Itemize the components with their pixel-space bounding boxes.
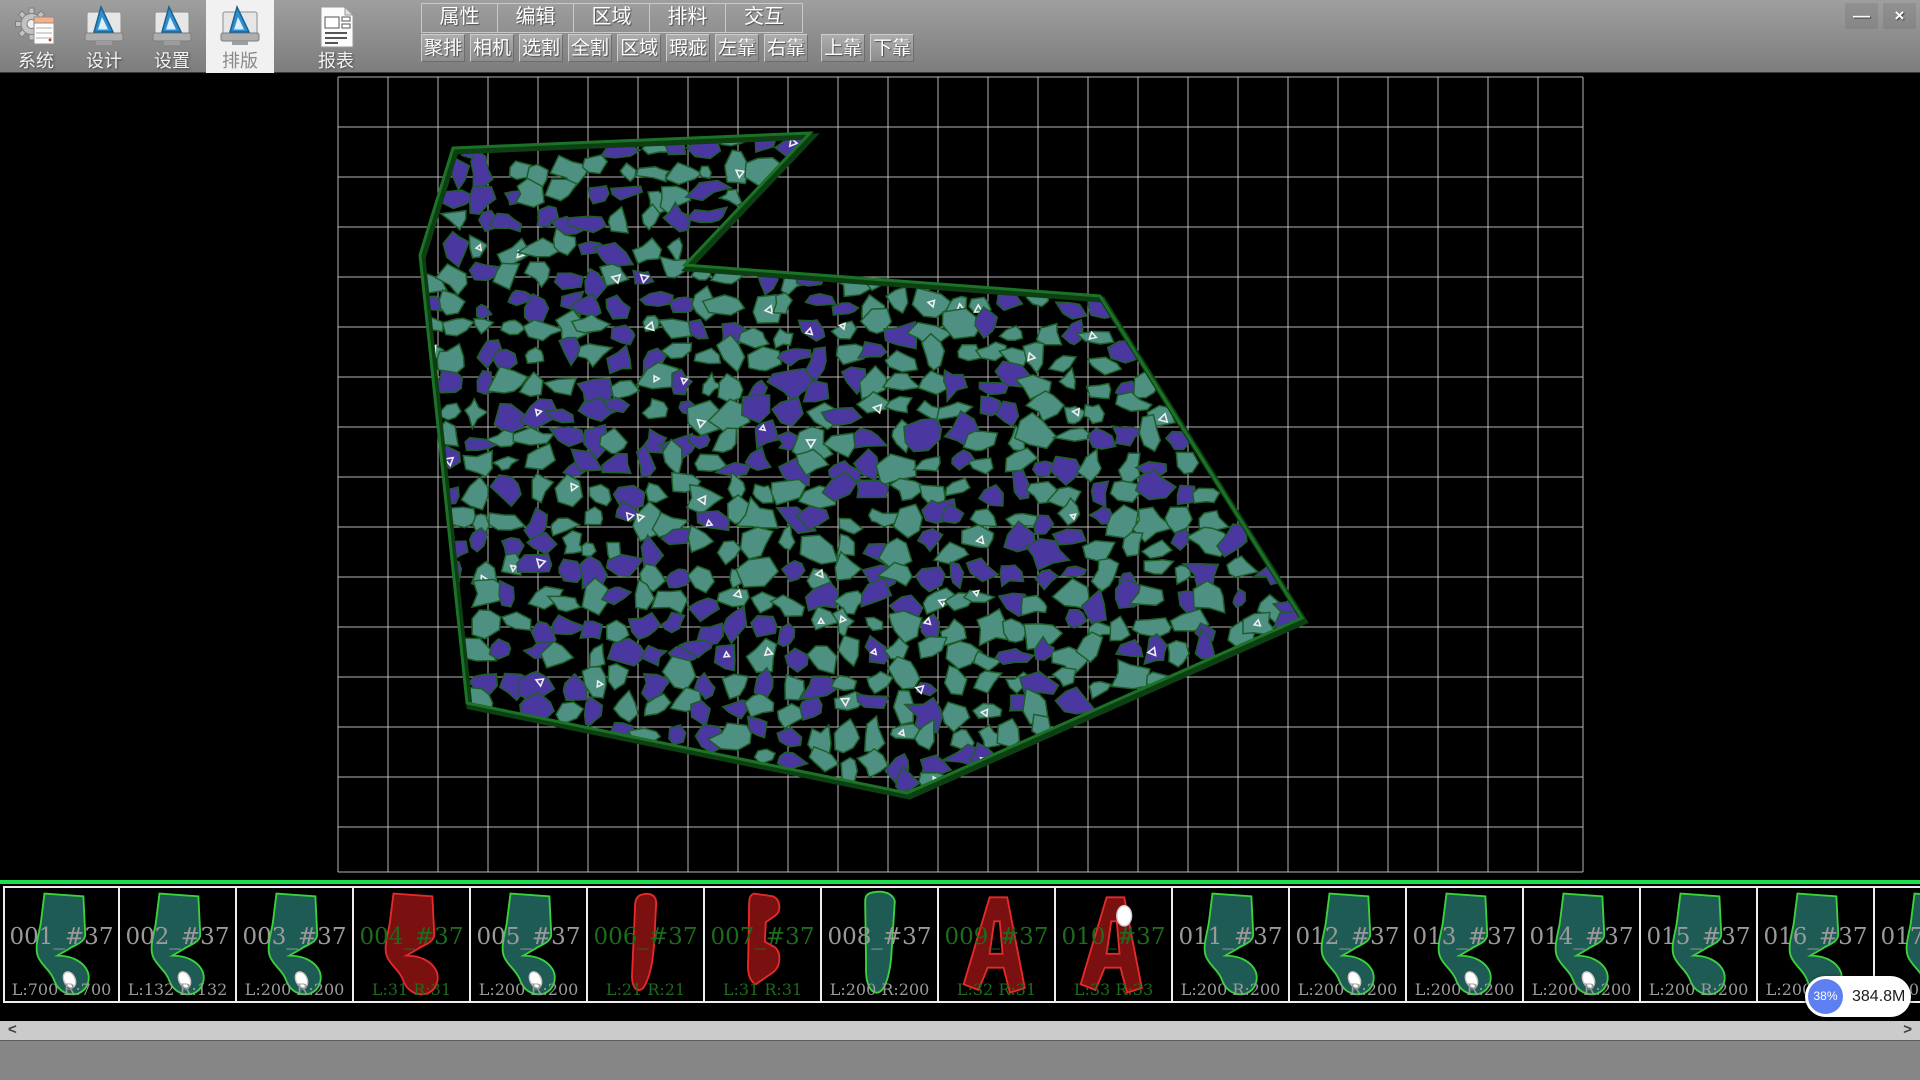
piece-lr-count: L:31 R:31 [354,980,469,999]
piece-id-label: 017_#37 [1875,924,1920,950]
piece-lr-count: L:700 R:700 [5,980,118,999]
piece-id-label: 006_#37 [588,924,703,950]
piece-thumbnail[interactable]: 005_#37 L:200 R:200 [471,886,588,1003]
piece-thumbnail[interactable]: 008_#37 L:200 R:200 [822,886,939,1003]
piece-lr-count: L:200 R:200 [822,980,937,999]
piece-id-label: 002_#37 [120,924,235,950]
toolbar-button-label: 报表 [318,51,354,71]
piece-id-label: 004_#37 [354,924,469,950]
toolbar-button-label: 系统 [18,51,54,71]
tool-button-row: 聚排相机选割全割区域瑕疵左靠右靠上靠下靠 [421,34,914,63]
piece-id-label: 007_#37 [705,924,820,950]
select-cut-button[interactable]: 选割 [519,34,563,62]
piece-lr-count: L:200 R:200 [1173,980,1288,999]
window-controls: — × [1845,3,1916,29]
piece-lr-count: L:200 R:200 [1290,980,1405,999]
minimize-button[interactable]: — [1845,3,1878,29]
cut-all-button[interactable]: 全割 [568,34,612,62]
tab-nesting[interactable]: 排料 [650,4,726,32]
piece-thumbnail[interactable]: 015_#37 L:200 R:200 [1641,886,1758,1003]
piece-lr-count: L:31 R:31 [705,980,820,999]
tab-region[interactable]: 区域 [574,4,650,32]
region-button[interactable]: 区域 [617,34,661,62]
piece-thumbnail[interactable]: 014_#37 L:200 R:200 [1524,886,1641,1003]
piece-id-label: 016_#37 [1758,924,1873,950]
piece-id-label: 012_#37 [1290,924,1405,950]
system-button[interactable]: 系统 [2,0,70,73]
piece-id-label: 010_#37 [1056,924,1171,950]
close-button[interactable]: × [1883,3,1916,29]
piece-thumbnail-strip: 001_#37L:700 R:700002_#37L:132 R:132003_… [0,880,1920,1021]
system-gear-icon [13,3,59,51]
snap-right-button[interactable]: 右靠 [764,34,808,62]
camera-button[interactable]: 相机 [470,34,514,62]
snap-bottom-button[interactable]: 下靠 [870,34,914,62]
piece-lr-count: L:200 R:200 [1524,980,1639,999]
memory-badge[interactable]: 38% 384.8M [1805,976,1911,1017]
piece-id-label: 005_#37 [471,924,586,950]
piece-lr-count: L:33 R:33 [1056,980,1171,999]
settings-button[interactable]: 设置 [138,0,206,73]
menu-tab-bar: 属性编辑区域排料交互 [421,3,803,33]
piece-id-label: 014_#37 [1524,924,1639,950]
piece-id-label: 001_#37 [5,924,118,950]
status-bar [0,1040,1920,1080]
piece-thumbnail[interactable]: 004_#37 L:31 R:31 [354,886,471,1003]
progress-circle: 38% [1808,979,1843,1014]
settings-ruler-icon [149,3,195,51]
piece-id-label: 009_#37 [939,924,1054,950]
memory-value: 384.8M [1852,988,1905,1006]
horizontal-scrollbar[interactable]: < > [0,1021,1920,1040]
nested-pieces [409,123,1309,792]
cluster-nest-button[interactable]: 聚排 [421,34,465,62]
piece-lr-count: L:32 R:31 [939,980,1054,999]
toolbar-button-label: 排版 [222,51,258,71]
piece-lr-count: L:200 R:200 [1407,980,1522,999]
piece-thumbnail[interactable]: 002_#37 L:132 R:132 [120,886,237,1003]
top-toolbar: 系统设计设置排版报表 属性编辑区域排料交互 聚排相机选割全割区域瑕疵左靠右靠上靠… [0,0,1920,73]
nesting-canvas-area[interactable] [0,74,1920,882]
thumbnail-cells: 001_#37L:700 R:700002_#37L:132 R:132003_… [3,886,1920,1003]
piece-thumbnail[interactable]: 010_#37 L:33 R:33 [1056,886,1173,1003]
application-window: 系统设计设置排版报表 属性编辑区域排料交互 聚排相机选割全割区域瑕疵左靠右靠上靠… [0,0,1920,1080]
piece-thumbnail[interactable]: 001_#37 L:700 R:700 [3,886,120,1003]
piece-id-label: 011_#37 [1173,924,1288,950]
piece-id-label: 015_#37 [1641,924,1756,950]
snap-left-button[interactable]: 左靠 [715,34,759,62]
layout-ruler-icon [217,3,263,51]
layout-button[interactable]: 排版 [206,0,274,73]
design-ruler-icon [81,3,127,51]
piece-lr-count: L:200 R:200 [237,980,352,999]
piece-thumbnail[interactable]: 003_#37 L:200 R:200 [237,886,354,1003]
toolbar-button-label: 设置 [154,51,190,71]
piece-thumbnail[interactable]: 007_#37 L:31 R:31 [705,886,822,1003]
piece-lr-count: L:200 R:200 [1641,980,1756,999]
strip-accent-line [0,880,1920,884]
tab-properties[interactable]: 属性 [422,4,498,32]
report-document-icon [313,3,359,51]
piece-thumbnail[interactable]: 011_#37 L:200 R:200 [1173,886,1290,1003]
piece-id-label: 008_#37 [822,924,937,950]
nesting-canvas[interactable] [0,74,1920,882]
piece-id-label: 003_#37 [237,924,352,950]
piece-thumbnail[interactable]: 009_#37 L:32 R:31 [939,886,1056,1003]
report-button[interactable]: 报表 [302,0,370,73]
piece-lr-count: L:21 R:21 [588,980,703,999]
scroll-left-arrow-icon[interactable]: < [8,1021,17,1040]
design-button[interactable]: 设计 [70,0,138,73]
snap-top-button[interactable]: 上靠 [821,34,865,62]
toolbar-button-label: 设计 [86,51,122,71]
piece-id-label: 013_#37 [1407,924,1522,950]
defect-button[interactable]: 瑕疵 [666,34,710,62]
piece-lr-count: L:200 R:200 [471,980,586,999]
piece-thumbnail[interactable]: 013_#37 L:200 R:200 [1407,886,1524,1003]
tab-interaction[interactable]: 交互 [726,4,802,32]
scroll-right-arrow-icon[interactable]: > [1903,1021,1912,1040]
piece-lr-count: L:132 R:132 [120,980,235,999]
tab-edit[interactable]: 编辑 [498,4,574,32]
piece-thumbnail[interactable]: 012_#37 L:200 R:200 [1290,886,1407,1003]
piece-thumbnail[interactable]: 006_#37 L:21 R:21 [588,886,705,1003]
